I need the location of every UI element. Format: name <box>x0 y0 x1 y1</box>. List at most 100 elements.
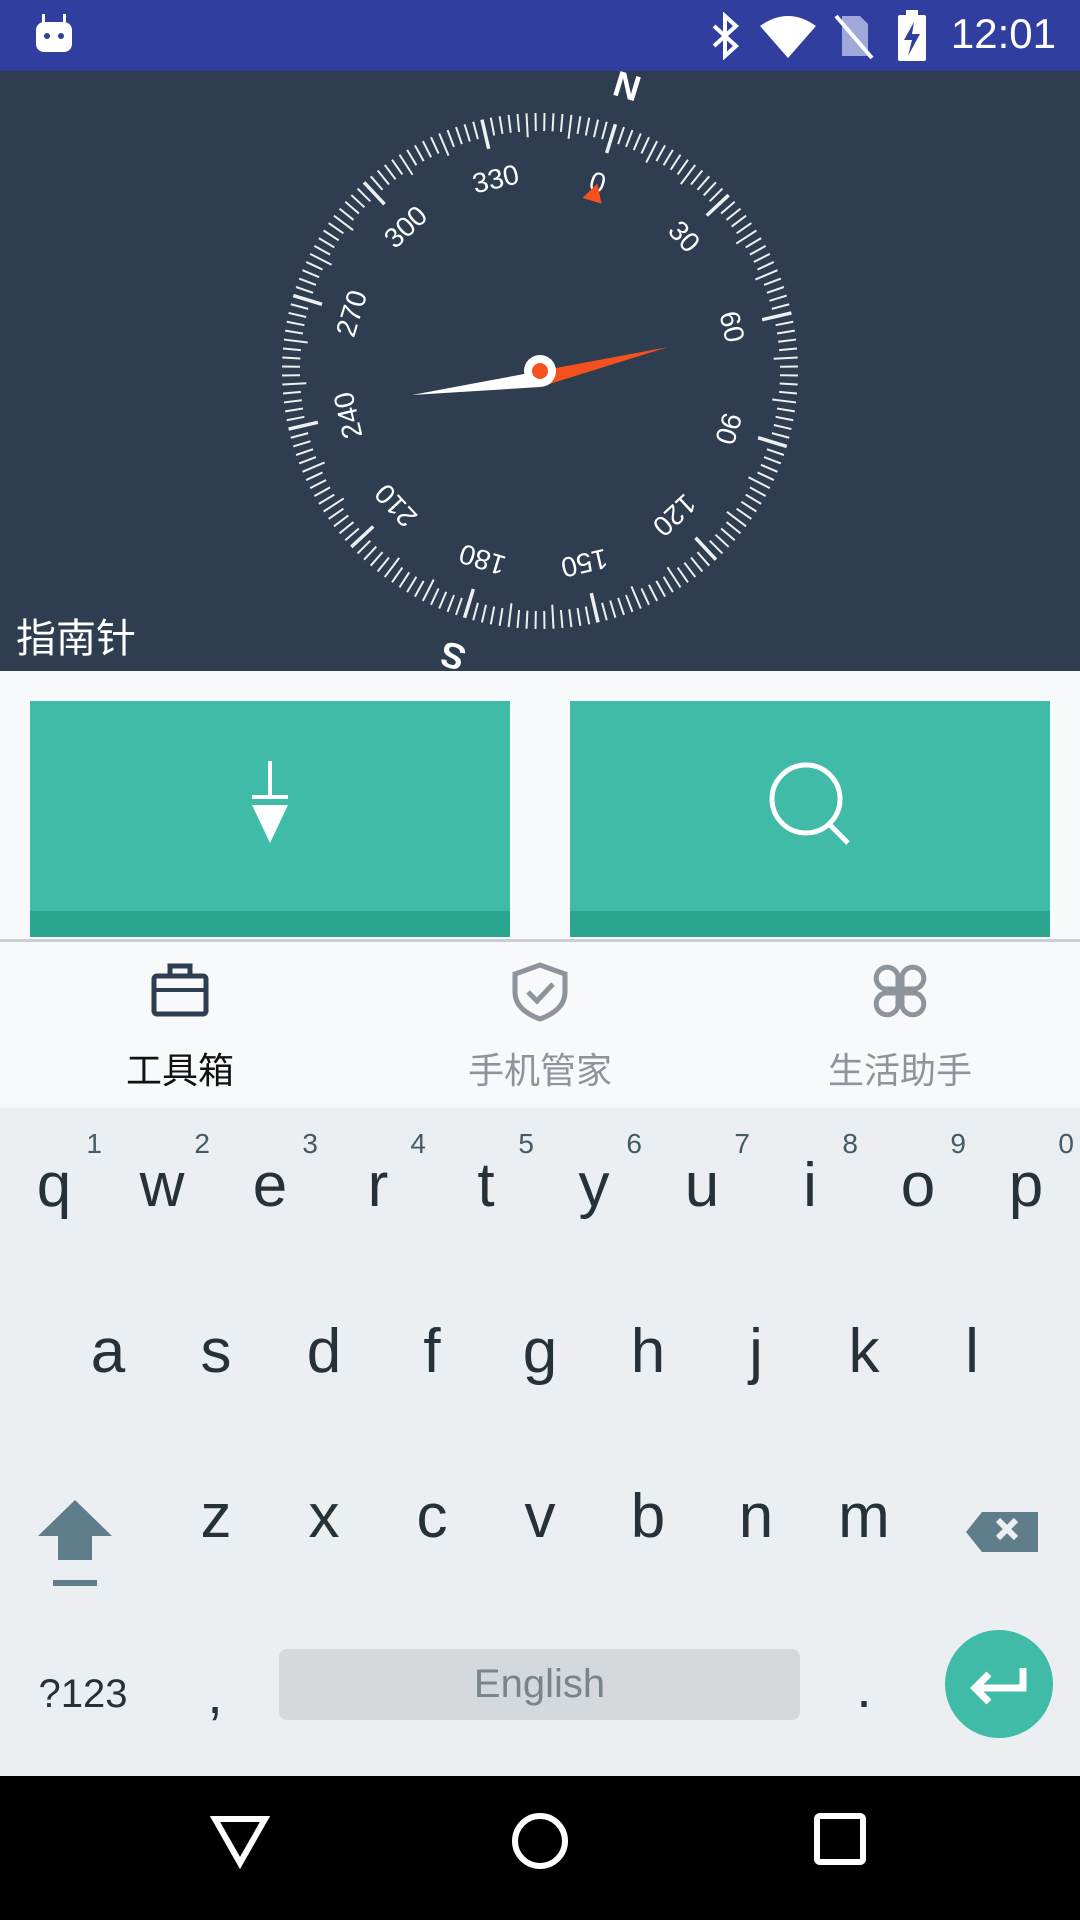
key-hint: 8 <box>842 1128 858 1159</box>
compass-needle-north <box>540 347 668 387</box>
comma-key[interactable]: , <box>175 1654 255 1734</box>
tools-grid <box>0 671 1080 939</box>
key-a[interactable]: a <box>54 1274 162 1424</box>
enter-key[interactable] <box>945 1630 1053 1738</box>
key-d[interactable]: d <box>270 1274 378 1424</box>
key-char: y <box>578 1151 610 1220</box>
degree-label: 300 <box>378 200 433 255</box>
compass-tick <box>338 207 355 221</box>
key-char: z <box>200 1482 232 1551</box>
key-char: k <box>848 1317 880 1386</box>
compass-tick <box>669 154 682 171</box>
key-char: x <box>308 1482 340 1551</box>
key-g[interactable]: g <box>486 1274 594 1424</box>
compass-tick <box>705 193 730 217</box>
compass-tick <box>383 164 397 180</box>
compass-tick <box>720 527 736 542</box>
compass-tick <box>609 600 617 619</box>
key-i[interactable]: i8 <box>756 1108 864 1258</box>
key-j[interactable]: j <box>702 1274 810 1424</box>
key-z[interactable]: z <box>162 1439 270 1589</box>
key-v[interactable]: v <box>486 1439 594 1589</box>
key-l[interactable]: l <box>918 1274 1026 1424</box>
symbols-key[interactable]: ?123 <box>18 1654 148 1734</box>
key-o[interactable]: o9 <box>864 1108 972 1258</box>
compass-tick <box>559 609 564 629</box>
compass-tick <box>350 194 366 209</box>
compass-tick <box>640 588 650 606</box>
compass-tick <box>584 117 591 136</box>
key-k[interactable]: k <box>810 1274 918 1424</box>
compass-tick <box>776 329 795 335</box>
recents-icon[interactable] <box>812 1811 868 1867</box>
period-key[interactable]: . <box>824 1648 904 1728</box>
compass-tick <box>525 610 529 629</box>
key-char: u <box>684 1151 720 1220</box>
compass-tick <box>696 551 711 567</box>
shift-key[interactable] <box>20 1484 130 1634</box>
backspace-icon <box>966 1512 1038 1552</box>
compass-tick <box>749 245 767 256</box>
key-e[interactable]: e3 <box>216 1108 324 1258</box>
compass-tick <box>489 606 496 625</box>
degree-label: 240 <box>328 389 369 441</box>
nav-label: 手机管家 <box>467 1050 612 1091</box>
pendulum-tool-tile[interactable] <box>30 701 510 937</box>
space-key[interactable]: English <box>279 1649 800 1720</box>
compass-tick <box>369 551 384 567</box>
key-h[interactable]: h <box>594 1274 702 1424</box>
compass-tick <box>398 571 411 588</box>
key-char: c <box>416 1482 448 1551</box>
nav-life-assistant[interactable]: 生活助手 <box>720 942 1080 1107</box>
bottom-navigation: 工具箱 手机管家 生活助手 <box>0 939 1080 1107</box>
key-n[interactable]: n <box>702 1439 810 1589</box>
compass-tick <box>778 338 797 343</box>
key-c[interactable]: c <box>378 1439 486 1589</box>
compass-tick <box>779 382 798 386</box>
key-b[interactable]: b <box>594 1439 702 1589</box>
key-char: w <box>139 1151 185 1220</box>
compass-tick <box>640 136 650 154</box>
compass-tick <box>625 594 634 613</box>
degree-label: 120 <box>647 488 702 543</box>
key-w[interactable]: w2 <box>108 1108 216 1258</box>
key-p[interactable]: p0 <box>972 1108 1080 1258</box>
compass-tick <box>309 252 332 266</box>
compass-tick <box>344 527 360 542</box>
backspace-key[interactable] <box>950 1484 1060 1634</box>
degree-label: 180 <box>456 538 510 581</box>
compass-tick <box>551 113 555 132</box>
key-u[interactable]: u7 <box>648 1108 756 1258</box>
compass-tick <box>576 607 582 626</box>
key-hint: 7 <box>734 1128 750 1159</box>
key-char: i <box>803 1151 817 1220</box>
compass-tick <box>745 493 762 505</box>
compass-tick <box>593 119 600 138</box>
key-y[interactable]: y6 <box>540 1108 648 1258</box>
search-tool-tile[interactable] <box>570 701 1050 937</box>
key-m[interactable]: m <box>810 1439 918 1589</box>
key-t[interactable]: t5 <box>432 1108 540 1258</box>
compass-panel: 0 30 60 90 120 150 180 210 240 270 300 330 N S 指南针 <box>0 63 1080 679</box>
compass-tick <box>676 159 689 175</box>
nav-toolbox[interactable]: 工具箱 <box>0 942 360 1107</box>
compass-tick <box>775 415 794 422</box>
compass-tick <box>498 607 504 626</box>
compass-tick <box>295 286 314 294</box>
compass-tick <box>430 136 440 154</box>
compass-tick <box>282 382 307 386</box>
home-icon[interactable] <box>510 1811 570 1871</box>
key-r[interactable]: r4 <box>324 1108 432 1258</box>
key-x[interactable]: x <box>270 1439 378 1589</box>
compass-tick <box>283 399 302 404</box>
key-char: b <box>630 1482 666 1551</box>
needle-pivot-center <box>532 363 548 379</box>
key-f[interactable]: f <box>378 1274 486 1424</box>
key-q[interactable]: q1 <box>0 1108 108 1258</box>
nav-phone-manager[interactable]: 手机管家 <box>360 942 720 1107</box>
compass-tick <box>771 432 790 439</box>
compass-tick <box>285 407 304 413</box>
compass-tick <box>507 114 512 133</box>
key-s[interactable]: s <box>162 1274 270 1424</box>
back-icon[interactable] <box>210 1811 270 1871</box>
